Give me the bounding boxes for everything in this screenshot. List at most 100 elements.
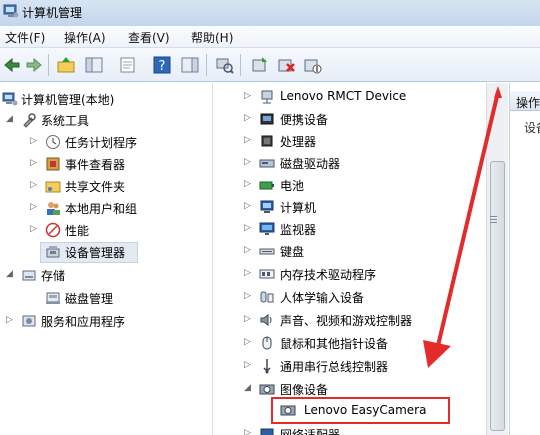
- expand-icon[interactable]: ▷: [30, 224, 39, 234]
- device-label: 人体学输入设备: [280, 291, 365, 305]
- tree-label: 服务和应用程序: [41, 315, 126, 329]
- menu-view[interactable]: 查看(V): [128, 29, 170, 46]
- device-label: 电池: [280, 179, 305, 193]
- expand-icon[interactable]: ▷: [244, 179, 253, 189]
- tree-root[interactable]: 计算机管理(本地): [0, 89, 210, 109]
- expand-icon[interactable]: ▷: [244, 91, 253, 101]
- export-icon[interactable]: [118, 55, 138, 75]
- menu-help[interactable]: 帮助(H): [191, 29, 233, 46]
- device-category[interactable]: ▷ 磁盘驱动器: [213, 153, 483, 173]
- window-title: 计算机管理: [22, 6, 83, 20]
- computer-management-icon: [2, 91, 18, 107]
- tree-label: 设备管理器: [65, 246, 126, 260]
- tree-item-shared-folders[interactable]: ▷ 共享文件夹: [0, 176, 210, 196]
- scrollbar-thumb[interactable]: [490, 161, 505, 431]
- expand-icon[interactable]: ▷: [244, 314, 253, 324]
- lenovo-device-icon: [259, 89, 275, 105]
- computer-management-icon: [3, 3, 19, 19]
- expand-icon[interactable]: ▷: [244, 223, 253, 233]
- tree-item-services-apps[interactable]: ▷ 服务和应用程序: [0, 311, 210, 331]
- device-category[interactable]: ▷ 通用串行总线控制器: [213, 356, 483, 376]
- expand-icon[interactable]: ▷: [244, 157, 253, 167]
- device-label: 磁盘驱动器: [280, 157, 341, 171]
- vertical-scrollbar[interactable]: [486, 83, 508, 435]
- expand-icon[interactable]: ▷: [30, 158, 39, 168]
- help-icon[interactable]: ?: [152, 55, 172, 75]
- forward-icon[interactable]: [24, 55, 44, 75]
- device-label: 键盘: [280, 245, 305, 259]
- device-category[interactable]: ▷ 电池: [213, 175, 483, 195]
- menu-bar: 文件(F) 操作(A) 查看(V) 帮助(H): [0, 26, 540, 48]
- disk-drive-icon: [259, 155, 275, 171]
- back-icon[interactable]: [2, 55, 22, 75]
- tree-label: 共享文件夹: [65, 180, 126, 194]
- tree-item-event-viewer[interactable]: ▷ 事件查看器: [0, 154, 210, 174]
- device-category[interactable]: ▷ 键盘: [213, 241, 483, 261]
- device-category[interactable]: ▷ 人体学输入设备: [213, 287, 483, 307]
- device-manager-icon: [45, 244, 61, 260]
- expand-icon[interactable]: ▷: [244, 113, 253, 123]
- processor-icon: [259, 133, 275, 149]
- up-folder-icon[interactable]: [56, 55, 76, 75]
- collapse-icon[interactable]: ◢: [244, 383, 253, 393]
- update-driver-icon[interactable]: [250, 55, 270, 75]
- expand-icon[interactable]: ▷: [30, 136, 39, 146]
- menu-action[interactable]: 操作(A): [64, 29, 106, 46]
- scrollbar-grip: [490, 216, 497, 217]
- tree-item-local-users[interactable]: ▷ 本地用户和组: [0, 198, 210, 218]
- battery-icon: [259, 177, 275, 193]
- storage-icon: [21, 267, 37, 283]
- console-tree-icon[interactable]: [84, 55, 104, 75]
- device-label: 鼠标和其他指针设备: [280, 337, 389, 351]
- expand-icon[interactable]: ▷: [244, 135, 253, 145]
- device-category[interactable]: ▷ 声音、视频和游戏控制器: [213, 310, 483, 330]
- lenovo-easycamera-item[interactable]: Lenovo EasyCamera: [271, 397, 450, 424]
- device-category[interactable]: ▷ 鼠标和其他指针设备: [213, 333, 483, 353]
- tree-item-device-manager[interactable]: 设备管理器: [0, 242, 210, 262]
- title-bar: 计算机管理: [0, 0, 540, 26]
- expand-icon[interactable]: ▷: [30, 180, 39, 190]
- expand-icon[interactable]: ▷: [244, 291, 253, 301]
- device-category[interactable]: ▷ 便携设备: [213, 109, 483, 129]
- disable-icon[interactable]: [302, 55, 322, 75]
- clock-icon: [45, 134, 61, 150]
- tree-item-storage[interactable]: ◢ 存储: [0, 265, 210, 285]
- expand-icon[interactable]: ▷: [244, 428, 253, 435]
- expand-icon[interactable]: ▷: [6, 315, 15, 325]
- services-icon: [21, 313, 37, 329]
- device-category[interactable]: ▷ 内存技术驱动程序: [213, 264, 483, 284]
- console-tree: 计算机管理(本地) ◢ 系统工具 ▷ 任务计划程序 ▷ 事件查看器 ▷ 共享文件…: [0, 83, 213, 435]
- device-category-imaging[interactable]: ◢ 图像设备: [213, 379, 483, 399]
- expand-icon[interactable]: ▷: [244, 268, 253, 278]
- device-category[interactable]: ▷ Lenovo RMCT Device: [213, 87, 483, 107]
- hid-icon: [259, 289, 275, 305]
- device-category[interactable]: ▷ 处理器: [213, 131, 483, 151]
- tree-label: 系统工具: [41, 114, 90, 128]
- expand-icon[interactable]: ▷: [244, 337, 253, 347]
- expand-icon[interactable]: ▷: [244, 245, 253, 255]
- tree-item-system-tools[interactable]: ◢ 系统工具: [0, 110, 210, 130]
- show-hide-icon[interactable]: [180, 55, 200, 75]
- tree-label: 性能: [65, 224, 90, 238]
- device-category[interactable]: ▷ 计算机: [213, 197, 483, 217]
- scan-hardware-icon[interactable]: [214, 55, 234, 75]
- device-category[interactable]: ▷ 监视器: [213, 219, 483, 239]
- event-viewer-icon: [45, 156, 61, 172]
- device-label: 声音、视频和游戏控制器: [280, 314, 413, 328]
- computer-icon: [259, 199, 275, 215]
- toolbar: ?: [0, 48, 540, 82]
- expand-icon[interactable]: ▷: [244, 201, 253, 211]
- tree-item-task-scheduler[interactable]: ▷ 任务计划程序: [0, 132, 210, 152]
- tree-item-disk-management[interactable]: 磁盘管理: [0, 288, 210, 308]
- expand-icon[interactable]: ▷: [30, 202, 39, 212]
- tree-label: 任务计划程序: [65, 136, 138, 150]
- tree-label: 磁盘管理: [65, 292, 114, 306]
- device-category[interactable]: ▷ 网络适配器: [213, 424, 483, 435]
- collapse-icon[interactable]: ◢: [6, 114, 15, 124]
- device-label: 网络适配器: [280, 428, 341, 435]
- menu-file[interactable]: 文件(F): [5, 29, 45, 46]
- collapse-icon[interactable]: ◢: [6, 269, 15, 279]
- uninstall-icon[interactable]: [276, 55, 296, 75]
- expand-icon[interactable]: ▷: [244, 360, 253, 370]
- tree-item-performance[interactable]: ▷ 性能: [0, 220, 210, 240]
